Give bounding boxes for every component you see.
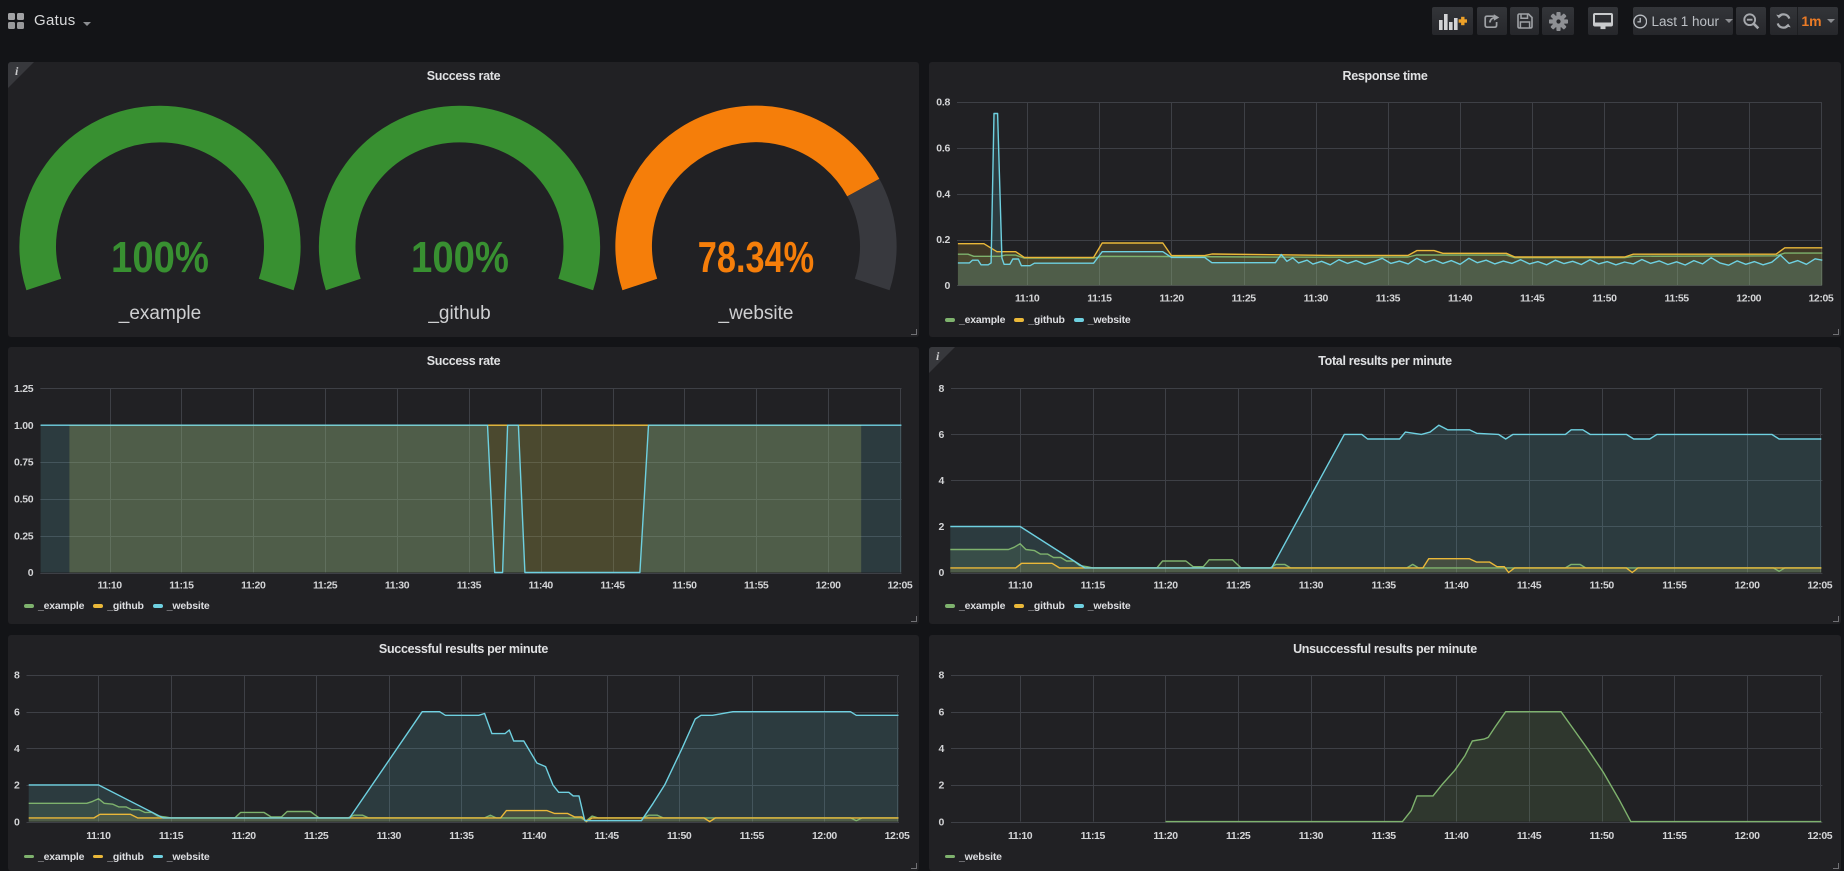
svg-text:12:00: 12:00: [1735, 579, 1760, 591]
svg-text:11:50: 11:50: [672, 579, 697, 591]
svg-text:6: 6: [14, 706, 20, 718]
svg-text:0.8: 0.8: [936, 97, 950, 109]
svg-text:11:20: 11:20: [1159, 293, 1184, 305]
svg-text:6: 6: [938, 706, 944, 718]
svg-text:12:05: 12:05: [1808, 293, 1833, 305]
svg-text:11:20: 11:20: [231, 830, 256, 842]
svg-text:11:15: 11:15: [1087, 293, 1112, 305]
svg-text:4: 4: [14, 743, 20, 755]
svg-text:11:55: 11:55: [740, 830, 765, 842]
svg-text:11:55: 11:55: [744, 579, 769, 591]
svg-text:2: 2: [938, 521, 944, 533]
svg-text:11:35: 11:35: [1371, 830, 1396, 842]
svg-text:11:10: 11:10: [1008, 579, 1033, 591]
svg-text:0: 0: [938, 816, 944, 828]
svg-text:11:45: 11:45: [1517, 830, 1542, 842]
svg-text:11:40: 11:40: [1448, 293, 1473, 305]
svg-text:2: 2: [938, 780, 944, 792]
svg-text:1.00: 1.00: [14, 420, 34, 432]
svg-text:11:35: 11:35: [1371, 579, 1396, 591]
svg-text:0.75: 0.75: [14, 457, 34, 469]
svg-text:0: 0: [28, 567, 34, 579]
svg-text:11:50: 11:50: [1592, 293, 1617, 305]
svg-text:11:25: 11:25: [1226, 579, 1251, 591]
svg-text:12:00: 12:00: [1736, 293, 1761, 305]
svg-text:12:00: 12:00: [812, 830, 837, 842]
svg-text:11:50: 11:50: [667, 830, 692, 842]
svg-text:11:45: 11:45: [1520, 293, 1545, 305]
svg-text:11:45: 11:45: [594, 830, 619, 842]
svg-text:11:35: 11:35: [449, 830, 474, 842]
svg-text:11:50: 11:50: [1590, 830, 1615, 842]
svg-text:11:15: 11:15: [1081, 579, 1106, 591]
svg-text:4: 4: [938, 743, 944, 755]
svg-text:8: 8: [938, 670, 944, 682]
svg-text:0: 0: [938, 567, 944, 579]
svg-text:11:10: 11:10: [86, 830, 111, 842]
svg-text:11:10: 11:10: [97, 579, 122, 591]
svg-text:12:05: 12:05: [887, 579, 912, 591]
svg-text:11:55: 11:55: [1662, 830, 1687, 842]
svg-text:0.4: 0.4: [936, 188, 950, 200]
svg-text:12:00: 12:00: [1735, 830, 1760, 842]
svg-text:11:15: 11:15: [1081, 830, 1106, 842]
svg-text:11:30: 11:30: [1299, 579, 1324, 591]
svg-text:11:45: 11:45: [600, 579, 625, 591]
svg-text:6: 6: [938, 429, 944, 441]
svg-text:11:25: 11:25: [313, 579, 338, 591]
svg-text:12:00: 12:00: [816, 579, 841, 591]
svg-text:0: 0: [14, 816, 20, 828]
svg-text:11:20: 11:20: [1153, 830, 1178, 842]
svg-text:12:05: 12:05: [1807, 579, 1832, 591]
svg-text:11:15: 11:15: [159, 830, 184, 842]
svg-text:2: 2: [14, 780, 20, 792]
svg-text:11:35: 11:35: [457, 579, 482, 591]
svg-text:11:20: 11:20: [1153, 579, 1178, 591]
svg-text:11:25: 11:25: [304, 830, 329, 842]
svg-text:11:10: 11:10: [1008, 830, 1033, 842]
svg-text:11:40: 11:40: [522, 830, 547, 842]
svg-text:0.50: 0.50: [14, 494, 34, 506]
svg-text:11:30: 11:30: [377, 830, 402, 842]
svg-text:8: 8: [938, 383, 944, 395]
svg-text:12:05: 12:05: [1807, 830, 1832, 842]
svg-text:11:20: 11:20: [241, 579, 266, 591]
svg-text:11:40: 11:40: [1444, 579, 1469, 591]
svg-text:0: 0: [944, 280, 950, 292]
svg-text:11:35: 11:35: [1376, 293, 1401, 305]
svg-text:8: 8: [14, 670, 20, 682]
svg-text:11:30: 11:30: [385, 579, 410, 591]
svg-text:1.25: 1.25: [14, 383, 34, 395]
svg-text:11:15: 11:15: [169, 579, 194, 591]
svg-text:11:25: 11:25: [1226, 830, 1251, 842]
svg-text:12:05: 12:05: [885, 830, 910, 842]
svg-text:11:40: 11:40: [1444, 830, 1469, 842]
svg-text:4: 4: [938, 475, 944, 487]
svg-text:0.25: 0.25: [14, 530, 34, 542]
svg-text:11:55: 11:55: [1664, 293, 1689, 305]
svg-text:11:30: 11:30: [1299, 830, 1324, 842]
svg-text:11:30: 11:30: [1304, 293, 1329, 305]
svg-text:0.6: 0.6: [936, 143, 950, 155]
svg-text:11:40: 11:40: [529, 579, 554, 591]
svg-text:11:10: 11:10: [1015, 293, 1040, 305]
svg-text:11:55: 11:55: [1662, 579, 1687, 591]
svg-text:11:45: 11:45: [1517, 579, 1542, 591]
svg-text:11:50: 11:50: [1590, 579, 1615, 591]
svg-text:0.2: 0.2: [936, 234, 950, 246]
svg-text:11:25: 11:25: [1231, 293, 1256, 305]
